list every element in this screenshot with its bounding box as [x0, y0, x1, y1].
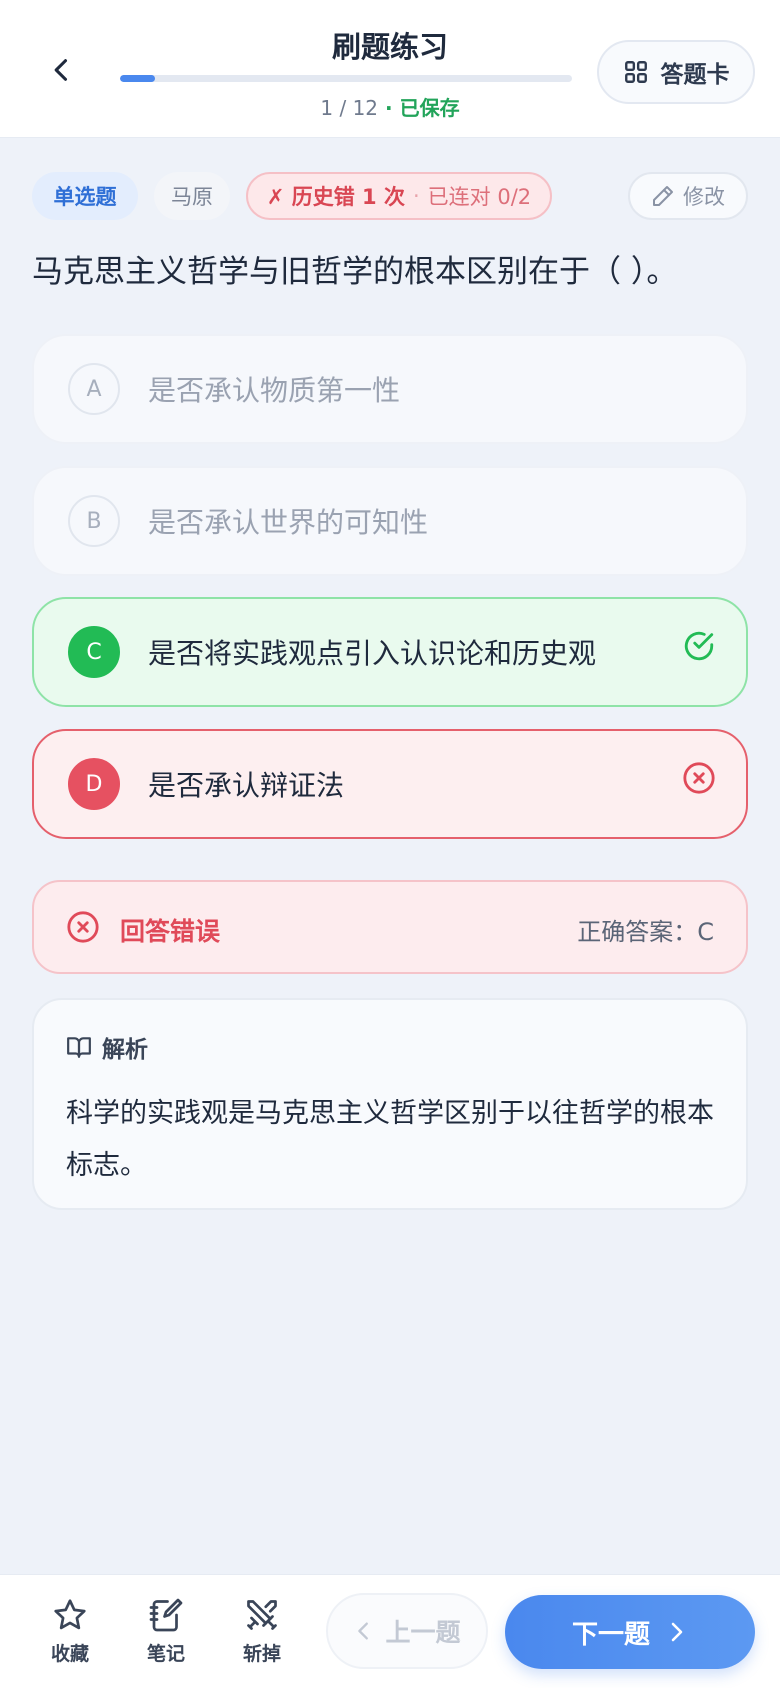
answer-card-button[interactable]: 答题卡	[597, 40, 755, 104]
x-circle-icon	[683, 762, 715, 794]
chevron-left-icon	[358, 1622, 369, 1640]
grid-icon	[624, 61, 647, 83]
next-question-button[interactable]: 下一题	[505, 1595, 755, 1669]
progress-count: 1 / 12	[320, 96, 379, 120]
saved-status: 已保存	[399, 96, 460, 120]
question-type-tag: 单选题	[32, 172, 138, 220]
option-text: 是否承认辩证法	[148, 769, 345, 802]
option-letter: D	[68, 758, 120, 810]
result-banner: 回答错误 正确答案：C	[32, 880, 748, 974]
next-label: 下一题	[571, 1619, 650, 1650]
option-letter: B	[68, 495, 120, 547]
history-streak: 已连对 0/2	[427, 185, 532, 209]
option-a[interactable]: A 是否承认物质第一性	[32, 334, 748, 444]
chevron-right-icon	[671, 1622, 683, 1642]
option-text: 是否将实践观点引入认识论和历史观	[148, 637, 597, 670]
progress-bar	[120, 75, 572, 82]
progress-fill	[120, 75, 155, 82]
answer-card-label: 答题卡	[660, 62, 730, 88]
note-button[interactable]: 笔记	[131, 1597, 201, 1666]
x-circle-icon	[67, 911, 99, 943]
subject-tag: 马原	[154, 172, 230, 220]
option-d[interactable]: D 是否承认辩证法	[32, 729, 748, 839]
swords-icon	[247, 1600, 277, 1630]
analysis-card: 解析 科学的实践观是马克思主义哲学区别于以往哲学的根本标志。	[32, 998, 748, 1210]
skip-button[interactable]: 斩掉	[227, 1597, 297, 1666]
option-text: 是否承认物质第一性	[148, 374, 401, 407]
option-letter: C	[68, 626, 120, 678]
analysis-title: 解析	[102, 1037, 148, 1063]
prev-question-button[interactable]: 上一题	[326, 1593, 488, 1669]
favorite-button[interactable]: 收藏	[35, 1597, 105, 1666]
skip-label: 斩掉	[242, 1643, 281, 1665]
correct-answer: 正确答案：C	[577, 918, 714, 946]
history-error-count: ✗ 历史错 1 次	[266, 185, 405, 209]
question-text: 马克思主义哲学与旧哲学的根本区别在于（ ）。	[32, 254, 678, 290]
option-text: 是否承认世界的可知性	[148, 506, 429, 539]
header: 刷题练习 1 / 12 · 已保存 答题卡	[0, 0, 780, 138]
result-label: 回答错误	[120, 917, 221, 946]
book-icon	[67, 1037, 91, 1058]
option-letter: A	[68, 363, 120, 415]
star-icon	[54, 1599, 86, 1630]
option-b[interactable]: B 是否承认世界的可知性	[32, 466, 748, 576]
edit-button[interactable]: 修改	[628, 172, 748, 220]
pencil-icon	[653, 186, 673, 206]
analysis-header: 解析	[66, 1030, 148, 1064]
edit-label: 修改	[683, 185, 725, 209]
check-circle-icon	[684, 631, 714, 661]
prev-label: 上一题	[385, 1618, 461, 1647]
favorite-label: 收藏	[50, 1643, 89, 1665]
progress-separator: ·	[378, 96, 400, 120]
analysis-body: 科学的实践观是马克思主义哲学区别于以往哲学的根本标志。	[66, 1098, 714, 1181]
notebook-icon	[149, 1598, 183, 1632]
history-dot: ·	[412, 184, 420, 208]
option-c[interactable]: C 是否将实践观点引入认识论和历史观	[32, 597, 748, 707]
note-label: 笔记	[146, 1643, 185, 1665]
bottom-toolbar: 收藏 笔记 斩掉 上一题 下一题	[0, 1574, 780, 1688]
history-badge: ✗ 历史错 1 次 · 已连对 0/2	[246, 172, 552, 220]
